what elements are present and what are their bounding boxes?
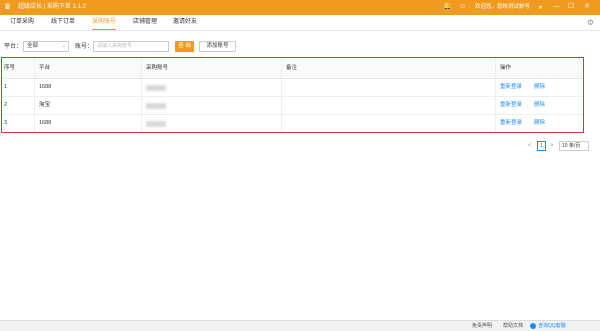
add-account-button[interactable]: 添加账号 — [199, 41, 236, 52]
account-blurred — [146, 121, 166, 127]
col-header-platform: 平台 — [39, 65, 51, 71]
disclaimer-link[interactable]: 免责声明 — [472, 323, 492, 330]
accounts-table: 序号 平台 采购账号 备注 操作 1 1688 重新登录 删除 2 淘宝 重新登… — [1, 57, 584, 133]
page-size-select[interactable]: 10 条/页 — [559, 141, 589, 151]
gear-icon[interactable]: ⚙ — [587, 18, 594, 27]
user-greeting[interactable]: 欢迎您，您帐测试帐号 — [475, 4, 530, 11]
close-icon[interactable]: ✕ — [584, 3, 590, 11]
delete-link[interactable]: 删除 — [534, 120, 545, 127]
title-bar: ♛ 超级店长 | 采购下单 1.1.2 🔔 ☺ 欢迎您，您帐测试帐号 ▼ — ☐… — [0, 0, 600, 15]
tab-offline-orders[interactable]: 线下订单 — [51, 15, 75, 30]
relogin-link[interactable]: 重新登录 — [500, 84, 522, 91]
status-bar: 免责声明 帮助文档 咨询QQ客服 — [0, 320, 600, 331]
table-row: 2 淘宝 重新登录 删除 — [2, 97, 583, 115]
row-platform: 淘宝 — [39, 102, 51, 108]
bell-icon[interactable]: 🔔 — [443, 3, 452, 11]
minimize-icon[interactable]: — — [553, 3, 560, 11]
help-doc-link[interactable]: 帮助文档 — [503, 323, 523, 330]
row-index: 1 — [4, 84, 8, 90]
tab-purchase-accounts[interactable]: 采购账号 — [92, 15, 117, 30]
account-blurred — [146, 85, 166, 91]
account-label: 账号： — [75, 44, 94, 50]
maximize-icon[interactable]: ☐ — [568, 3, 574, 11]
col-header-note: 备注 — [286, 65, 298, 71]
account-blurred — [146, 103, 166, 109]
delete-link[interactable]: 删除 — [534, 102, 545, 109]
user-icon[interactable]: ☺ — [459, 3, 466, 11]
account-search-input[interactable]: 请输入采购账号 — [93, 41, 169, 52]
filter-toolbar: 平台： 全部 ⌄ 账号： 请输入采购账号 查 询 添加账号 — [0, 40, 600, 54]
row-platform: 1688 — [39, 120, 52, 126]
platform-select[interactable]: 全部 ⌄ — [23, 41, 69, 52]
row-index: 2 — [4, 102, 8, 108]
tab-order-purchase[interactable]: 订单采购 — [10, 15, 34, 30]
col-header-actions: 操作 — [500, 65, 512, 71]
qq-support-link[interactable]: 咨询QQ客服 — [538, 323, 566, 330]
tab-invite-friends[interactable]: 邀请好友 — [173, 15, 197, 30]
delete-link[interactable]: 删除 — [534, 84, 545, 91]
table-row: 3 1688 重新登录 删除 — [2, 115, 583, 133]
tab-shop-management[interactable]: 店铺管理 — [133, 15, 157, 30]
qq-icon — [530, 323, 536, 329]
platform-label: 平台： — [4, 44, 23, 50]
row-platform: 1688 — [39, 84, 52, 90]
platform-select-value: 全部 — [27, 43, 39, 49]
chevron-down-icon[interactable]: ▼ — [538, 4, 543, 12]
app-title: 超级店长 | 采购下单 1.1.2 — [18, 4, 86, 10]
col-header-index: 序号 — [4, 65, 16, 71]
relogin-link[interactable]: 重新登录 — [500, 120, 522, 127]
query-button[interactable]: 查 询 — [175, 41, 194, 52]
prev-page-button[interactable]: < — [528, 142, 532, 151]
col-header-account: 采购账号 — [146, 65, 169, 71]
relogin-link[interactable]: 重新登录 — [500, 102, 522, 109]
current-page[interactable]: 1 — [537, 141, 546, 151]
next-page-button[interactable]: > — [550, 142, 554, 151]
row-index: 3 — [4, 120, 8, 126]
table-row: 1 1688 重新登录 删除 — [2, 79, 583, 97]
chevron-down-icon: ⌄ — [61, 43, 66, 49]
crown-logo-icon: ♛ — [4, 2, 12, 11]
main-tabs: 订单采购 线下订单 采购账号 店铺管理 邀请好友 ⚙ — [0, 15, 600, 31]
